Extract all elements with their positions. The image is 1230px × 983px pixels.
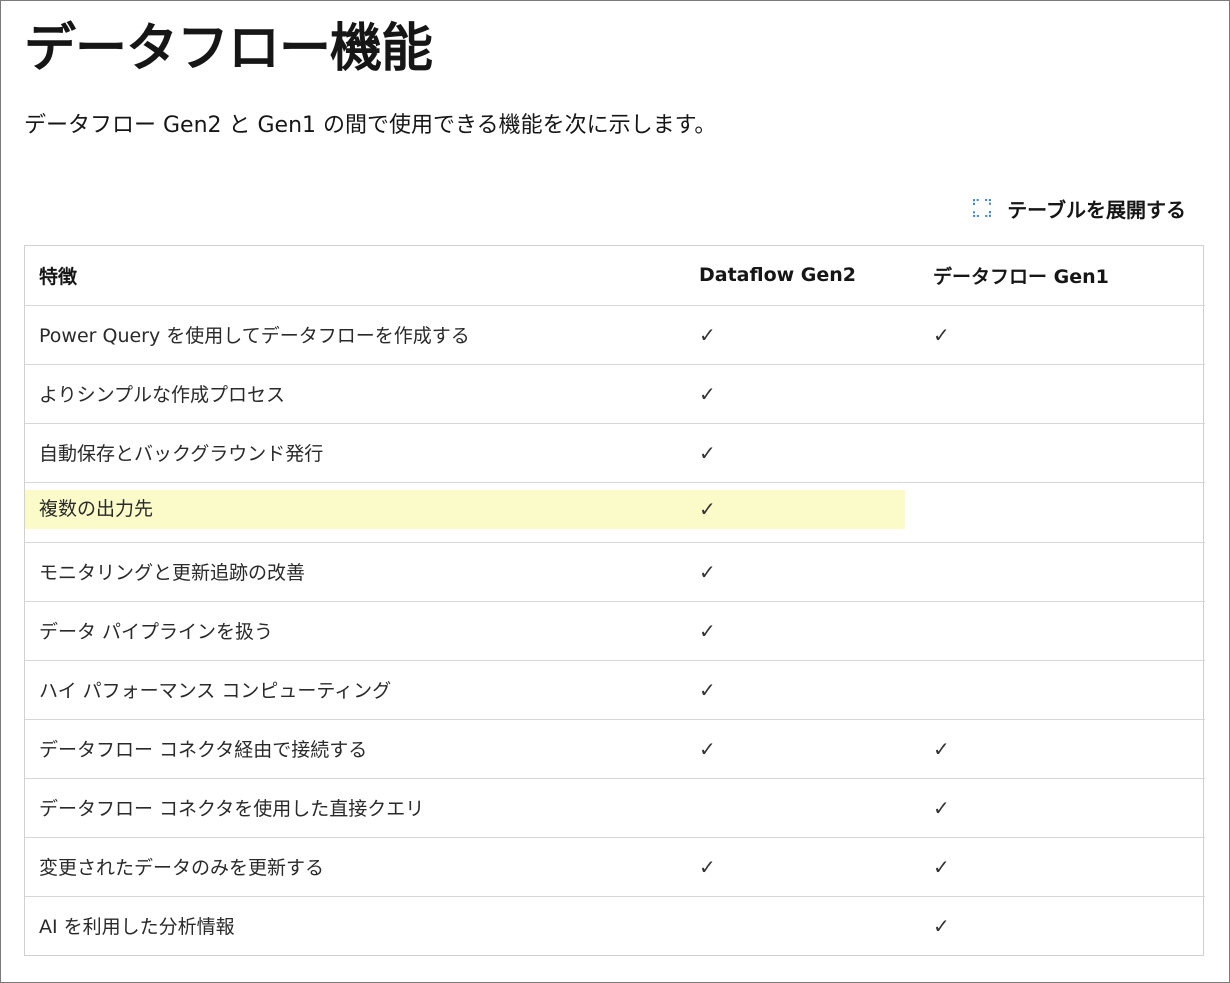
table-row: 複数の出力先 ✓	[25, 482, 1205, 542]
feature-cell: モニタリングと更新追跡の改善	[25, 542, 685, 601]
feature-cell: 複数の出力先	[25, 482, 685, 542]
gen1-check-mark: ✓	[933, 322, 950, 347]
table-row: AI を利用した分析情報 ✓	[25, 896, 1205, 955]
feature-cell: 自動保存とバックグラウンド発行	[25, 423, 685, 482]
header-gen1: データフロー Gen1	[933, 265, 1109, 288]
feature-cell: よりシンプルな作成プロセス	[25, 364, 685, 423]
gen2-check-mark: ✓	[699, 618, 716, 643]
feature-cell: データフロー コネクタ経由で接続する	[25, 719, 685, 778]
gen2-cell: ✓	[685, 660, 919, 719]
feature-cell: データ パイプラインを扱う	[25, 601, 685, 660]
gen1-cell: ✓	[919, 305, 1205, 364]
gen2-cell: ✓	[685, 601, 919, 660]
table-row: データフロー コネクタ経由で接続する ✓ ✓	[25, 719, 1205, 778]
gen2-cell: ✓	[685, 482, 919, 542]
gen1-cell	[919, 660, 1205, 719]
feature-label: よりシンプルな作成プロセス	[39, 384, 286, 406]
header-feature: 特徴	[39, 265, 78, 288]
gen2-check-mark: ✓	[685, 489, 905, 529]
feature-label: Power Query を使用してデータフローを作成する	[39, 325, 470, 347]
gen2-cell: ✓	[685, 364, 919, 423]
feature-cell: AI を利用した分析情報	[25, 896, 685, 955]
table-row: モニタリングと更新追跡の改善 ✓	[25, 542, 1205, 601]
gen1-check-mark: ✓	[933, 854, 950, 879]
feature-table: 特徴 Dataflow Gen2 データフロー Gen1 Power Query…	[24, 245, 1205, 956]
gen1-cell: ✓	[919, 719, 1205, 778]
gen2-check-mark: ✓	[699, 677, 716, 702]
feature-label: 変更されたデータのみを更新する	[39, 857, 325, 879]
header-gen2: Dataflow Gen2	[699, 264, 857, 287]
table-row: よりシンプルな作成プロセス ✓	[25, 364, 1205, 423]
comparison-table: 特徴 Dataflow Gen2 データフロー Gen1 Power Query…	[25, 246, 1205, 955]
gen2-check-mark: ✓	[699, 381, 716, 406]
table-row: データ パイプラインを扱う ✓	[25, 601, 1205, 660]
feature-label: データフロー コネクタを使用した直接クエリ	[39, 798, 425, 820]
gen1-cell: ✓	[919, 896, 1205, 955]
expand-table-label: テーブルを展開する	[1007, 197, 1186, 222]
gen2-check-mark: ✓	[699, 854, 716, 879]
gen2-cell: ✓	[685, 719, 919, 778]
gen2-cell: ✓	[685, 305, 919, 364]
gen1-check-mark: ✓	[933, 795, 950, 820]
gen2-check-mark: ✓	[699, 440, 716, 465]
gen2-cell: ✓	[685, 423, 919, 482]
gen1-cell	[919, 364, 1205, 423]
table-row: 自動保存とバックグラウンド発行 ✓	[25, 423, 1205, 482]
gen2-check-mark: ✓	[699, 736, 716, 761]
feature-label: 自動保存とバックグラウンド発行	[39, 443, 324, 465]
gen1-check-mark: ✓	[933, 736, 950, 761]
feature-label: データフロー コネクタ経由で接続する	[39, 739, 368, 761]
gen2-check-mark: ✓	[699, 322, 716, 347]
gen1-cell	[919, 601, 1205, 660]
expand-table-button[interactable]: テーブルを展開する	[973, 193, 1186, 223]
gen2-cell: ✓	[685, 542, 919, 601]
table-row: データフロー コネクタを使用した直接クエリ ✓	[25, 778, 1205, 837]
table-row: Power Query を使用してデータフローを作成する ✓ ✓	[25, 305, 1205, 364]
gen1-cell	[919, 423, 1205, 482]
gen2-cell: ✓	[685, 837, 919, 896]
feature-cell: 変更されたデータのみを更新する	[25, 837, 685, 896]
table-row: ハイ パフォーマンス コンピューティング ✓	[25, 660, 1205, 719]
feature-label: モニタリングと更新追跡の改善	[39, 562, 306, 584]
feature-cell: データフロー コネクタを使用した直接クエリ	[25, 778, 685, 837]
table-header-row: 特徴 Dataflow Gen2 データフロー Gen1	[25, 246, 1205, 305]
gen1-cell	[919, 482, 1205, 542]
page-title: データフロー機能	[24, 19, 433, 79]
gen2-cell	[685, 778, 919, 837]
gen1-cell: ✓	[919, 778, 1205, 837]
feature-label: AI を利用した分析情報	[39, 916, 235, 939]
gen1-cell: ✓	[919, 837, 1205, 896]
gen2-check-mark: ✓	[699, 559, 716, 584]
gen2-cell	[685, 896, 919, 955]
feature-cell: Power Query を使用してデータフローを作成する	[25, 305, 685, 364]
intro-text: データフロー Gen2 と Gen1 の間で使用できる機能を次に示します。	[24, 113, 717, 138]
expand-icon	[973, 199, 992, 217]
gen1-check-mark: ✓	[933, 913, 950, 938]
table-row: 変更されたデータのみを更新する ✓ ✓	[25, 837, 1205, 896]
feature-label: 複数の出力先	[25, 489, 685, 529]
feature-cell: ハイ パフォーマンス コンピューティング	[25, 660, 685, 719]
feature-label: データ パイプラインを扱う	[39, 621, 274, 643]
feature-label: ハイ パフォーマンス コンピューティング	[39, 680, 392, 702]
gen1-cell	[919, 542, 1205, 601]
